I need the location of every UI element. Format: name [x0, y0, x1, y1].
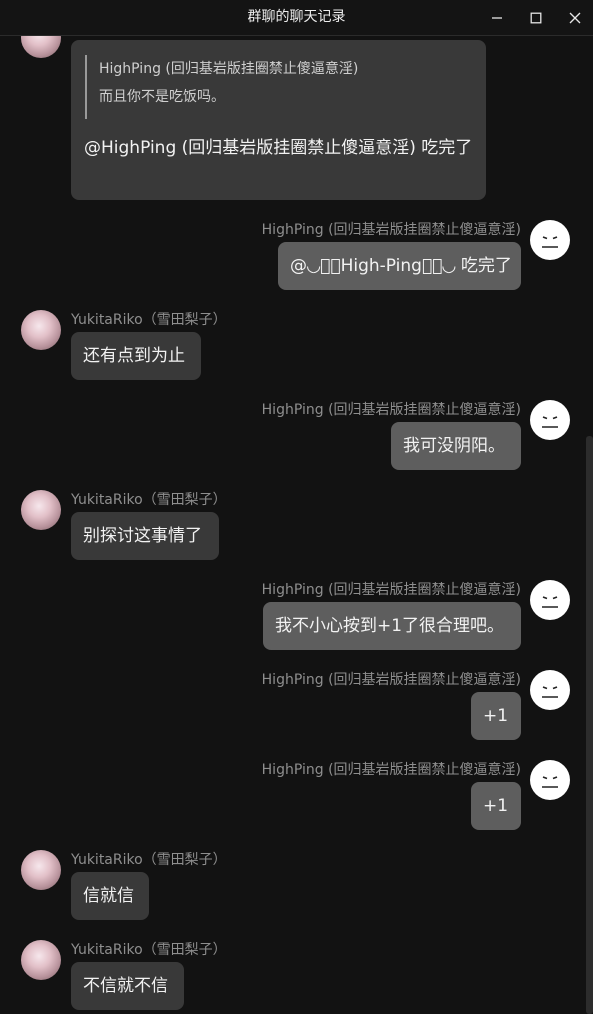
sender-name: HighPing (回归基岩版挂圈禁止傻逼意淫): [261, 582, 521, 598]
maximize-button[interactable]: [524, 6, 548, 30]
message-bubble[interactable]: 别探讨这事情了: [71, 512, 219, 560]
message-bubble[interactable]: 我不小心按到+1了很合理吧。: [263, 602, 521, 650]
sender-name: YukitaRiko（雪田梨子）: [71, 942, 227, 958]
avatar[interactable]: [530, 580, 570, 620]
sender-name: HighPing (回归基岩版挂圈禁止傻逼意淫): [261, 672, 521, 688]
avatar[interactable]: [530, 760, 570, 800]
message-text: 我可没阴阳。: [403, 436, 505, 456]
message-text: 不信就不信: [83, 976, 168, 996]
message-text: +1: [483, 706, 509, 726]
sender-name: HighPing (回归基岩版挂圈禁止傻逼意淫): [261, 402, 521, 418]
message-reply: HighPing (回归基岩版挂圈禁止傻逼意淫) 而且你不是吃饭吗。 @High…: [0, 36, 585, 206]
maximize-icon: [530, 12, 542, 24]
message-bubble[interactable]: 信就信: [71, 872, 149, 920]
meh-face-icon: [542, 596, 558, 608]
scrollbar[interactable]: [586, 436, 593, 1014]
message-text: +1: [483, 796, 509, 816]
avatar[interactable]: [21, 940, 61, 980]
meh-face-icon: [542, 776, 558, 788]
title-bar: 群聊的聊天记录: [0, 0, 593, 36]
sender-name: HighPing (回归基岩版挂圈禁止傻逼意淫): [261, 222, 521, 238]
quoted-sender: HighPing (回归基岩版挂圈禁止傻逼意淫): [99, 61, 359, 77]
message-bubble[interactable]: HighPing (回归基岩版挂圈禁止傻逼意淫) 而且你不是吃饭吗。 @High…: [71, 40, 486, 200]
avatar[interactable]: [21, 490, 61, 530]
quoted-text: 而且你不是吃饭吗。: [99, 89, 225, 105]
message-bubble[interactable]: 不信就不信: [71, 962, 184, 1010]
quoted-message[interactable]: HighPing (回归基岩版挂圈禁止傻逼意淫) 而且你不是吃饭吗。: [85, 55, 358, 119]
message-text: 别探讨这事情了: [83, 526, 202, 546]
meh-face-icon: [542, 236, 558, 248]
avatar[interactable]: [21, 310, 61, 350]
minimize-button[interactable]: [485, 6, 509, 30]
message-text: @HighPing (回归基岩版挂圈禁止傻逼意淫) 吃完了: [84, 138, 473, 158]
sender-name: YukitaRiko（雪田梨子）: [71, 492, 227, 508]
avatar[interactable]: [530, 220, 570, 260]
sender-name: YukitaRiko（雪田梨子）: [71, 852, 227, 868]
close-button[interactable]: [563, 6, 587, 30]
message-text: 我不小心按到+1了很合理吧。: [275, 616, 505, 636]
avatar[interactable]: [530, 670, 570, 710]
message-bubble[interactable]: +1: [471, 782, 521, 830]
sender-name: HighPing (回归基岩版挂圈禁止傻逼意淫): [261, 762, 521, 778]
message-bubble[interactable]: 还有点到为止: [71, 332, 201, 380]
sender-name: YukitaRiko（雪田梨子）: [71, 312, 227, 328]
avatar[interactable]: [21, 850, 61, 890]
message-text: 还有点到为止: [83, 346, 185, 366]
message-text: 信就信: [83, 886, 134, 906]
meh-face-icon: [542, 416, 558, 428]
message-bubble[interactable]: @◟◞ঞ͛High-Pingঞ͛◟◞ 吃完了: [278, 242, 521, 290]
chat-history[interactable]: HighPing (回归基岩版挂圈禁止傻逼意淫) 而且你不是吃饭吗。 @High…: [0, 36, 585, 1014]
meh-face-icon: [542, 686, 558, 698]
close-icon: [569, 12, 581, 24]
message-bubble[interactable]: 我可没阴阳。: [391, 422, 521, 470]
message-text: @◟◞ঞ͛High-Pingঞ͛◟◞ 吃完了: [290, 256, 512, 276]
message-bubble[interactable]: +1: [471, 692, 521, 740]
minimize-icon: [492, 17, 502, 19]
avatar[interactable]: [530, 400, 570, 440]
avatar[interactable]: [21, 36, 61, 58]
